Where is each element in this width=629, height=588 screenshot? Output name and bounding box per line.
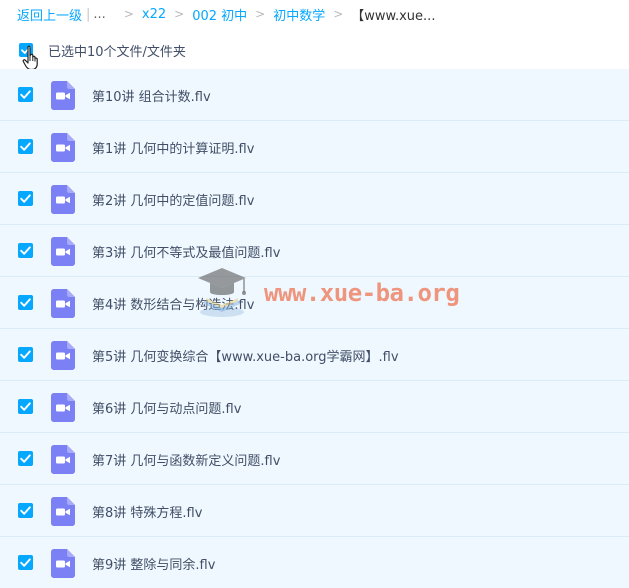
file-row[interactable]: 第9讲 整除与同余.flv	[0, 537, 629, 588]
file-row[interactable]: 第4讲 数形结合与构造法.flv	[0, 277, 629, 329]
breadcrumb-arrow: >	[333, 7, 344, 21]
video-file-icon	[51, 289, 75, 318]
check-icon	[20, 142, 31, 151]
video-file-icon	[51, 497, 75, 526]
video-file-icon	[51, 393, 75, 422]
file-name[interactable]: 第1讲 几何中的计算证明.flv	[92, 138, 254, 157]
file-row[interactable]: 第6讲 几何与动点问题.flv	[0, 381, 629, 433]
file-checkbox[interactable]	[18, 87, 33, 102]
file-list: 第10讲 组合计数.flv 第1讲 几何中的计算证明.flv 第2讲 几何中的定值问…	[0, 69, 629, 588]
video-file-icon	[51, 549, 75, 578]
video-file-icon	[51, 133, 75, 162]
check-icon	[20, 350, 31, 359]
breadcrumb-arrow: >	[255, 7, 266, 21]
file-checkbox[interactable]	[18, 399, 33, 414]
breadcrumb-item-junior-math[interactable]: 初中数学	[273, 5, 325, 24]
breadcrumb-item-junior-high[interactable]: 002 初中	[192, 5, 247, 24]
breadcrumb-item-x22[interactable]: x22	[142, 7, 166, 22]
file-row[interactable]: 第5讲 几何变换综合【www.xue-ba.org学霸网】.flv	[0, 329, 629, 381]
breadcrumb-arrow: >	[174, 7, 185, 21]
video-file-icon	[51, 81, 75, 110]
file-name[interactable]: 第9讲 整除与同余.flv	[92, 554, 215, 573]
file-checkbox[interactable]	[18, 295, 33, 310]
check-icon	[20, 298, 31, 307]
file-checkbox[interactable]	[18, 347, 33, 362]
file-checkbox[interactable]	[18, 555, 33, 570]
file-row[interactable]: 第2讲 几何中的定值问题.flv	[0, 173, 629, 225]
file-checkbox[interactable]	[18, 139, 33, 154]
file-name[interactable]: 第2讲 几何中的定值问题.flv	[92, 190, 254, 209]
check-icon	[20, 506, 31, 515]
file-checkbox[interactable]	[18, 503, 33, 518]
file-name[interactable]: 第4讲 数形结合与构造法.flv	[92, 294, 254, 313]
check-icon	[20, 402, 31, 411]
file-row[interactable]: 第10讲 组合计数.flv	[0, 69, 629, 121]
file-checkbox[interactable]	[18, 451, 33, 466]
breadcrumb-divider: |	[86, 6, 91, 22]
file-row[interactable]: 第8讲 特殊方程.flv	[0, 485, 629, 537]
back-link[interactable]: 返回上一级	[17, 5, 82, 24]
video-file-icon	[51, 185, 75, 214]
file-name[interactable]: 第6讲 几何与动点问题.flv	[92, 398, 241, 417]
file-checkbox[interactable]	[18, 243, 33, 258]
file-name[interactable]: 第8讲 特殊方程.flv	[92, 502, 202, 521]
video-file-icon	[51, 445, 75, 474]
file-browser: 返回上一级 | ... > x22 > 002 初中 > 初中数学 > 【www…	[0, 0, 629, 588]
file-checkbox[interactable]	[18, 191, 33, 206]
file-row[interactable]: 第1讲 几何中的计算证明.flv	[0, 121, 629, 173]
file-name[interactable]: 第7讲 几何与函数新定义问题.flv	[92, 450, 280, 469]
file-name[interactable]: 第3讲 几何不等式及最值问题.flv	[92, 242, 280, 261]
breadcrumb-current: 【www.xue...	[351, 8, 436, 24]
file-row[interactable]: 第7讲 几何与函数新定义问题.flv	[0, 433, 629, 485]
check-icon	[20, 90, 31, 99]
file-name[interactable]: 第10讲 组合计数.flv	[92, 86, 211, 105]
selection-count-text: 已选中10个文件/文件夹	[48, 45, 186, 60]
check-icon	[20, 454, 31, 463]
video-file-icon	[51, 237, 75, 266]
hand-cursor-icon	[22, 45, 38, 71]
file-row[interactable]: 第3讲 几何不等式及最值问题.flv	[0, 225, 629, 277]
check-icon	[20, 246, 31, 255]
video-file-icon	[51, 341, 75, 370]
check-icon	[20, 558, 31, 567]
breadcrumb-arrow: >	[123, 7, 134, 21]
file-name[interactable]: 第5讲 几何变换综合【www.xue-ba.org学霸网】.flv	[92, 346, 399, 365]
selection-bar: 已选中10个文件/文件夹	[0, 35, 629, 71]
breadcrumb-ellipsis[interactable]: ...	[93, 7, 105, 22]
check-icon	[20, 194, 31, 203]
breadcrumb: 返回上一级 | ... > x22 > 002 初中 > 初中数学 > 【www…	[17, 4, 435, 24]
